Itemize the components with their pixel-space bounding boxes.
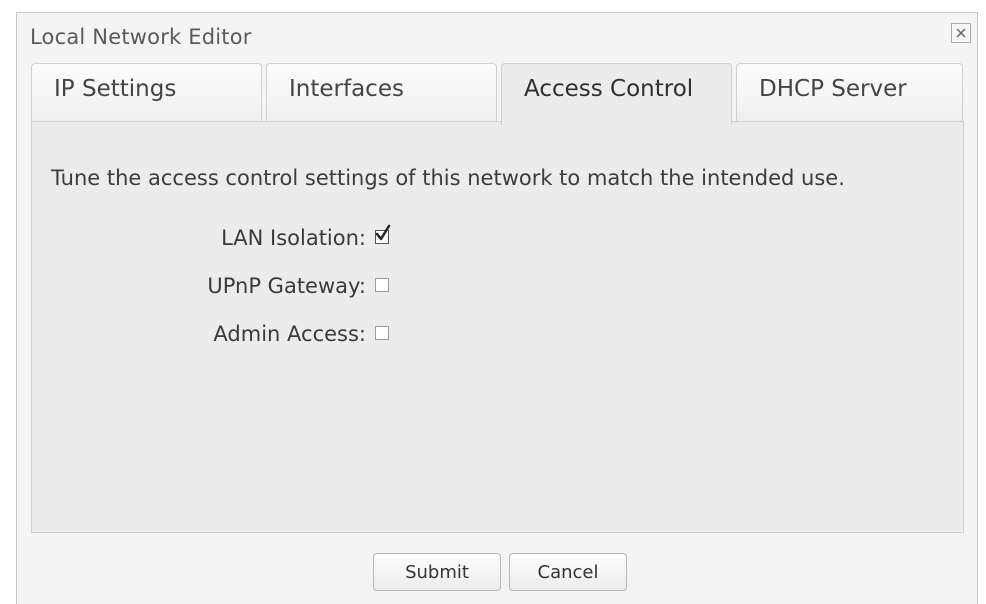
local-network-editor-dialog: Local Network Editor IP Settings Interfa… xyxy=(16,12,978,604)
dialog-title: Local Network Editor xyxy=(30,25,252,49)
admin-access-checkbox[interactable] xyxy=(375,326,389,340)
admin-access-row: Admin Access: xyxy=(32,322,432,352)
upnp-gateway-label: UPnP Gateway: xyxy=(207,274,366,298)
upnp-gateway-row: UPnP Gateway: xyxy=(32,274,432,304)
tab-label: Access Control xyxy=(524,76,694,102)
submit-button[interactable]: Submit xyxy=(373,553,501,591)
tab-label: DHCP Server xyxy=(759,76,907,102)
tab-dhcp-server[interactable]: DHCP Server xyxy=(736,63,963,121)
cancel-button[interactable]: Cancel xyxy=(509,553,627,591)
lan-isolation-row: LAN Isolation: xyxy=(32,224,432,256)
tab-label: IP Settings xyxy=(54,76,177,102)
tab-label: Interfaces xyxy=(289,76,404,102)
close-button[interactable] xyxy=(951,23,971,43)
lan-isolation-label: LAN Isolation: xyxy=(221,226,366,250)
upnp-gateway-checkbox[interactable] xyxy=(375,278,389,292)
close-icon xyxy=(955,24,967,43)
tab-interfaces[interactable]: Interfaces xyxy=(266,63,497,121)
admin-access-label: Admin Access: xyxy=(213,322,366,346)
tab-access-control[interactable]: Access Control xyxy=(501,63,732,125)
panel-description: Tune the access control settings of this… xyxy=(51,166,845,190)
access-control-panel: Tune the access control settings of this… xyxy=(31,121,964,533)
tab-ip-settings[interactable]: IP Settings xyxy=(31,63,262,121)
lan-isolation-checkbox[interactable] xyxy=(375,224,391,244)
